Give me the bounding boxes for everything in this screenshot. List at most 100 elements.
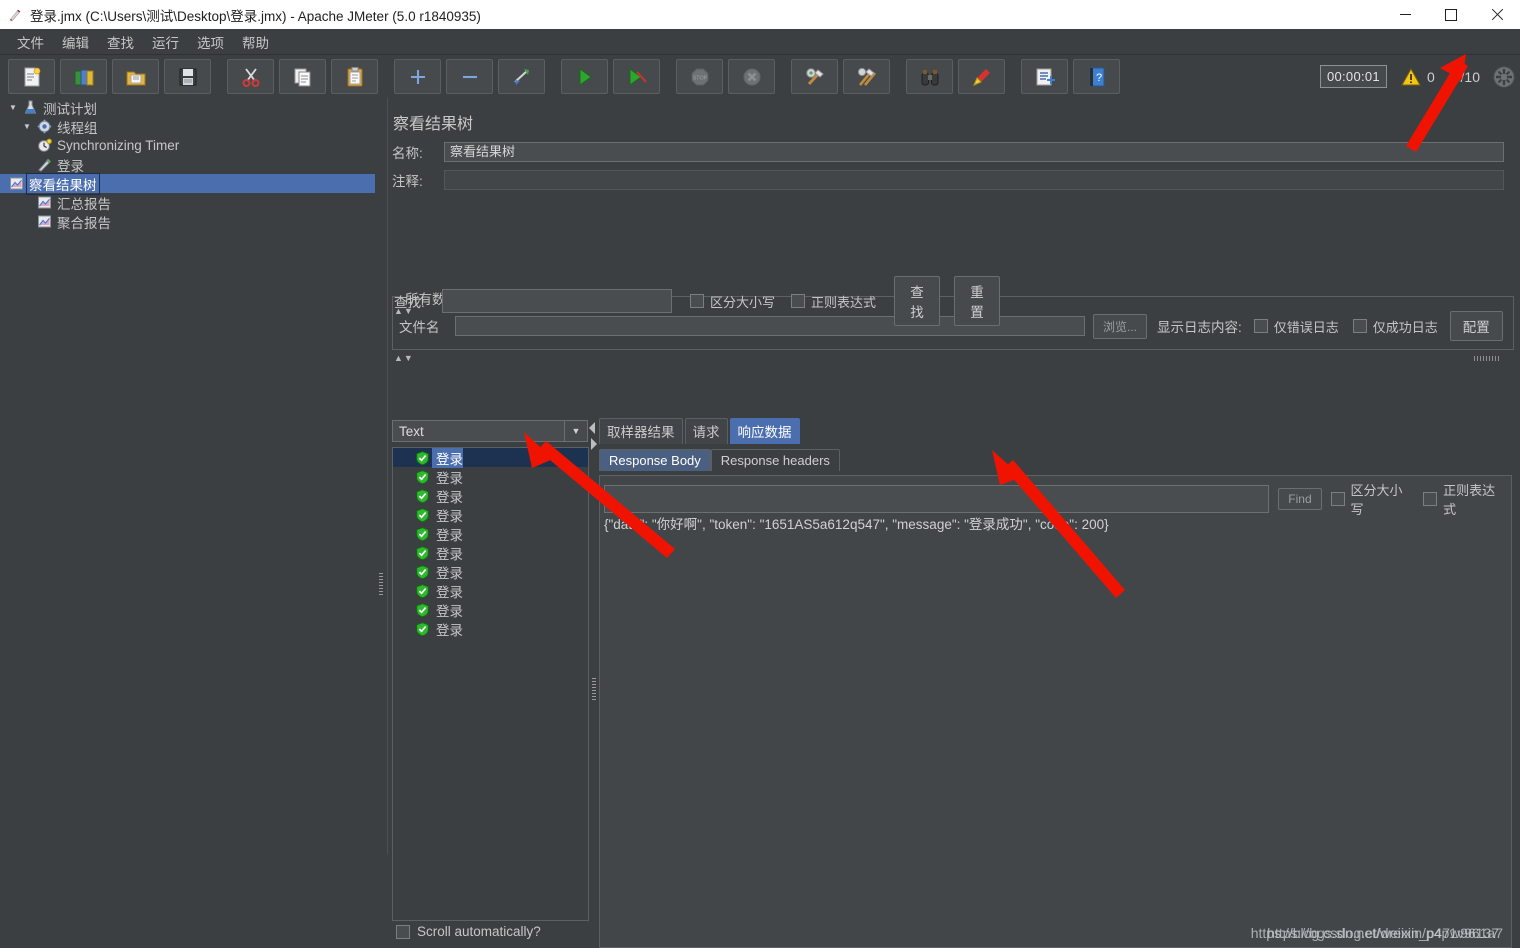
tree-label: 登录 [57, 158, 84, 174]
list-item[interactable]: 登录 [393, 581, 588, 600]
menu-help[interactable]: 帮助 [233, 30, 278, 54]
search-input[interactable] [442, 289, 672, 313]
toolbar-save[interactable] [164, 59, 211, 94]
toggle-icon [513, 68, 529, 85]
checkbox-box[interactable] [690, 294, 704, 308]
toolbar-start-no-pauses[interactable] [613, 59, 660, 94]
collapse-arrows-top[interactable]: ▲▼ [394, 353, 414, 363]
tree-node-login-sampler[interactable]: 登录 [0, 155, 375, 174]
checkbox-box[interactable] [791, 294, 806, 308]
list-item[interactable]: 登录 [393, 486, 588, 505]
toolbar-expand-all[interactable] [394, 59, 441, 94]
watermark-primary: https://blog.csdn.net/weixin_p47w96137 [1250, 925, 1499, 941]
toolbar-stop[interactable]: STOP [676, 59, 723, 94]
search-regexp-checkbox[interactable]: 正则表达式 [791, 292, 876, 311]
warning-triangle-icon [1401, 67, 1421, 85]
list-item[interactable]: 登录 [393, 600, 588, 619]
comment-input[interactable] [444, 170, 1504, 190]
paste-clipboard-icon [347, 66, 362, 86]
search-case-sensitive-checkbox[interactable]: 区分大小写 [690, 292, 775, 311]
toolbar-paste[interactable] [331, 59, 378, 94]
toolbar-shutdown[interactable] [728, 59, 775, 94]
success-only-checkbox[interactable]: 仅成功日志 [1352, 317, 1438, 336]
configure-button[interactable]: 配置 [1449, 311, 1503, 341]
menu-run[interactable]: 运行 [143, 30, 188, 54]
toolbar-function-helper[interactable] [1021, 59, 1068, 94]
tree-node-view-results-tree[interactable]: 察看结果树 [0, 172, 375, 195]
menu-options[interactable]: 选项 [188, 30, 233, 54]
toolbar-new[interactable] [8, 59, 55, 94]
toolbar-clear-all[interactable] [843, 59, 890, 94]
name-field-row: 名称: [392, 142, 1512, 162]
toolbar-copy[interactable] [279, 59, 326, 94]
toolbar-collapse-all[interactable] [446, 59, 493, 94]
checkbox-box[interactable] [396, 924, 410, 939]
response-case-sensitive-checkbox[interactable]: 区分大小写 [1330, 480, 1415, 518]
find-button[interactable]: Find [1278, 488, 1322, 510]
close-button[interactable] [1474, 0, 1520, 29]
tree-node-aggregate-report[interactable]: 聚合报告 [0, 212, 375, 231]
toolbar-search[interactable] [906, 59, 953, 94]
checkbox-box[interactable] [1352, 319, 1367, 333]
main-splitter[interactable] [375, 98, 387, 854]
menu-search[interactable]: 查找 [98, 30, 143, 54]
splitter-grip[interactable] [379, 573, 383, 597]
success-shield-icon [413, 450, 432, 465]
tree-node-sync-timer[interactable]: Synchronizing Timer [0, 136, 375, 155]
checkbox-box[interactable] [1253, 319, 1268, 333]
maximize-button[interactable] [1428, 0, 1474, 29]
resize-grip-top[interactable] [1474, 356, 1500, 361]
toolbar-toggle[interactable] [498, 59, 545, 94]
tree-node-summary-report[interactable]: 汇总报告 [0, 193, 375, 212]
collapse-right-icon[interactable] [591, 438, 597, 450]
plus-icon [410, 69, 425, 84]
splitter-grip[interactable] [592, 678, 596, 700]
toolbar-start[interactable] [561, 59, 608, 94]
errors-only-checkbox[interactable]: 仅错误日志 [1253, 317, 1339, 336]
expand-toggle-icon[interactable]: ▼ [20, 122, 34, 131]
renderer-select[interactable]: Text ▼ [392, 420, 588, 442]
list-item[interactable]: 登录 [393, 524, 588, 543]
list-item[interactable]: 登录 [393, 448, 588, 468]
reset-button[interactable]: 重置 [954, 276, 1001, 326]
test-plan-tree[interactable]: ▼ 测试计划 ▼ 线程组 Synchronizing Timer 登录 察看结果… [0, 98, 375, 854]
tab-response-data[interactable]: 响应数据 [729, 418, 800, 444]
minimize-button[interactable] [1382, 0, 1428, 29]
collapse-arrows-bottom[interactable]: ▲▼ [394, 306, 414, 316]
search-button[interactable]: 查找 [894, 276, 941, 326]
expand-toggle-icon[interactable]: ▼ [6, 103, 20, 112]
tree-node-thread-group[interactable]: ▼ 线程组 [0, 117, 375, 136]
checkbox-box[interactable] [1423, 492, 1438, 506]
list-item-label: 登录 [436, 489, 463, 505]
test-plan-icon [20, 100, 40, 115]
tree-node-test-plan[interactable]: ▼ 测试计划 [0, 98, 375, 117]
cut-scissors-icon [242, 67, 259, 87]
response-find-input[interactable] [604, 485, 1270, 513]
chevron-down-icon[interactable]: ▼ [564, 421, 587, 441]
checkbox-box[interactable] [1330, 492, 1345, 506]
subtab-response-headers[interactable]: Response headers [710, 449, 840, 471]
sample-result-list[interactable]: 登录 登录 登录 登录 登录 登录 登录 登录 登录 登录 [392, 447, 589, 921]
list-item[interactable]: 登录 [393, 543, 588, 562]
menu-edit[interactable]: 编辑 [53, 30, 98, 54]
toolbar-open[interactable] [112, 59, 159, 94]
response-regexp-checkbox[interactable]: 正则表达式 [1423, 480, 1507, 518]
tab-sampler-result[interactable]: 取样器结果 [599, 418, 683, 444]
toolbar-clear[interactable] [791, 59, 838, 94]
list-item[interactable]: 登录 [393, 562, 588, 581]
collapse-left-icon[interactable] [589, 422, 595, 434]
subtab-response-body[interactable]: Response Body [599, 449, 711, 471]
toolbar-help[interactable]: ? [1073, 59, 1120, 94]
name-input[interactable] [444, 142, 1504, 162]
toolbar-reset-search[interactable] [958, 59, 1005, 94]
list-item[interactable]: 登录 [393, 467, 588, 486]
tree-label: 测试计划 [43, 101, 97, 117]
menu-file[interactable]: 文件 [8, 30, 53, 54]
list-item[interactable]: 登录 [393, 619, 588, 638]
scroll-automatically-checkbox[interactable]: Scroll automatically? [396, 924, 541, 939]
toolbar-cut[interactable] [227, 59, 274, 94]
tab-request[interactable]: 请求 [684, 418, 728, 444]
browse-button[interactable]: 浏览... [1093, 313, 1147, 339]
toolbar-templates[interactable] [60, 59, 107, 94]
list-item[interactable]: 登录 [393, 505, 588, 524]
